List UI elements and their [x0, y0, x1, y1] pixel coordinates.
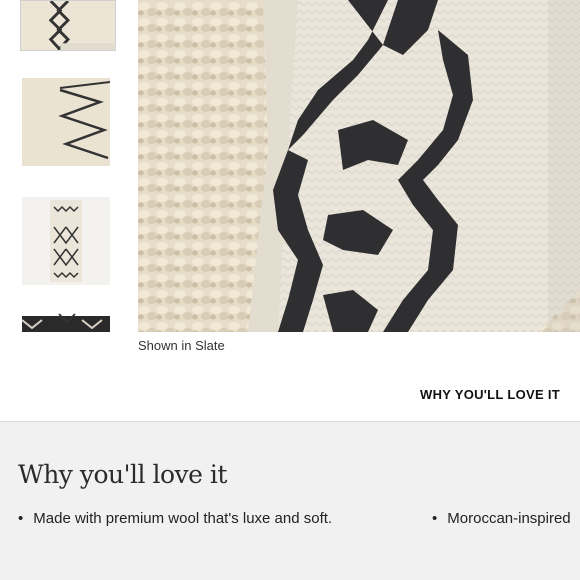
- feature-bullet-text: Made with premium wool that's luxe and s…: [33, 510, 333, 527]
- feature-bullet: • Made with premium wool that's luxe and …: [18, 510, 332, 527]
- feature-bullet: • Moroccan-inspired: [432, 510, 571, 527]
- image-caption: Shown in Slate: [138, 338, 225, 353]
- full-rug-thumbnail[interactable]: [22, 197, 110, 285]
- main-product-image[interactable]: [138, 0, 580, 332]
- section-title: Why you'll love it: [18, 460, 227, 489]
- rug-detail-thumbnail[interactable]: [20, 0, 116, 51]
- rug-closeup-image: [138, 0, 580, 332]
- thumbnail-scroll-down-button[interactable]: [55, 308, 79, 328]
- bullet-dot-icon: •: [18, 510, 24, 527]
- chevron-down-icon: [58, 313, 76, 324]
- feature-bullet-text: Moroccan-inspired: [447, 510, 571, 527]
- zigzag-texture-thumbnail[interactable]: [22, 78, 110, 166]
- zigzag-texture-thumbnail-image: [22, 78, 110, 166]
- rug-detail-thumbnail-image: [21, 1, 115, 50]
- why-youll-love-it-section: Why you'll love it • Made with premium wo…: [0, 422, 580, 580]
- why-youll-love-it-link[interactable]: WHY YOU'LL LOVE IT: [420, 387, 560, 402]
- bullet-dot-icon: •: [432, 510, 438, 527]
- full-rug-thumbnail-image: [22, 197, 110, 285]
